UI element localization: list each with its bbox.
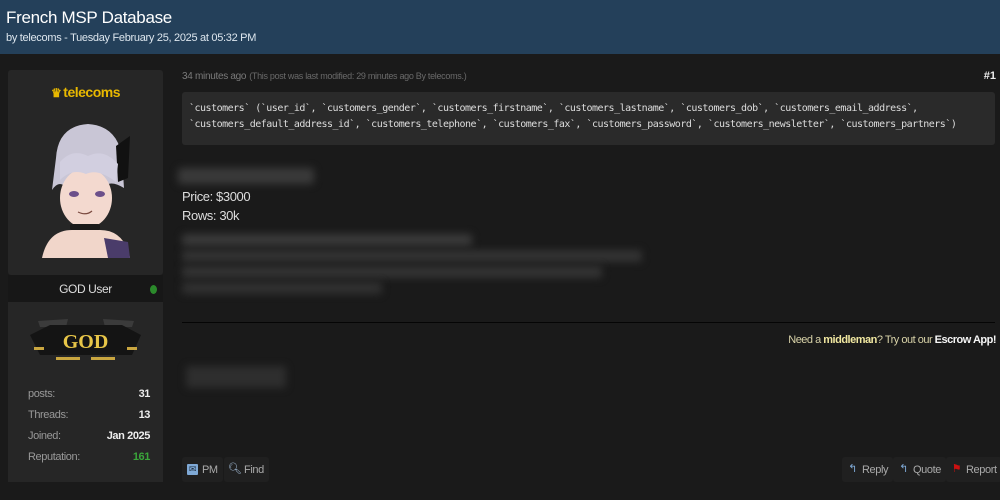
thread-header: French MSP Database by telecoms - Tuesda… [0,0,1000,54]
reply-label: Reply [862,463,889,476]
stat-label: posts: [28,388,55,400]
quote-label: Quote [913,463,941,476]
code-block: `customers` (`user_id`, `customers_gende… [182,92,995,145]
stat-label: Threads: [28,409,69,421]
stat-label: Joined: [28,430,61,442]
reply-button[interactable]: ↰ Reply [842,457,894,482]
redacted-text [182,266,602,278]
stat-posts: posts: 31 [28,388,150,409]
quote-button[interactable]: ↰ Quote [893,457,946,482]
rows-text: Rows: 30k [182,208,240,223]
god-badge-text: GOD [63,331,109,353]
find-label: Find [244,463,264,476]
redacted-text [182,234,472,246]
stat-value[interactable]: 161 [133,451,151,472]
post-details: Price: $3000 Rows: 30k [182,187,251,225]
promo-text: Need a [788,334,824,346]
post-body: 34 minutes ago (This post was last modifi… [178,54,1000,500]
report-button[interactable]: ⚑ Report [946,457,1000,482]
online-status-icon [150,285,157,294]
author-rank-bar: GOD User [8,275,163,302]
price-text: Price: $3000 [182,189,251,204]
pm-button[interactable]: ✉ PM [182,457,223,482]
post-modified-note: (This post was last modified: 29 minutes… [249,71,467,81]
find-button[interactable]: 🔍︎ Find [224,457,269,482]
code-line: `customers_default_address_id`, `custome… [189,119,957,130]
pm-label: PM [202,463,218,476]
escrow-promo: Need a middleman? Try out our Escrow App… [788,334,996,346]
search-icon: 🔍︎ [227,463,242,475]
stat-label: Reputation: [28,451,80,463]
redacted-signature [186,366,286,388]
god-rank-badge: GOD [30,319,141,360]
redacted-text [178,168,314,184]
code-line: `customers` (`user_id`, `customers_gende… [189,103,918,114]
stat-value: 31 [138,388,151,400]
post-time: 34 minutes ago [182,71,247,82]
post-container: ♛ telecoms GOD User GOD posts: 31 Thread… [0,54,1000,500]
crown-icon: ♛ [51,86,62,100]
redacted-text [182,282,382,294]
middleman-link[interactable]: middleman [823,334,877,346]
author-avatar[interactable] [38,118,134,258]
quote-icon: ↰ [899,463,908,475]
post-meta: 34 minutes ago (This post was last modifi… [182,71,467,82]
envelope-icon: ✉ [187,464,198,475]
thread-byline: by telecoms - Tuesday February 25, 2025 … [6,32,257,44]
stat-value: Jan 2025 [106,430,151,442]
author-stats: posts: 31 Threads: 13 Joined: Jan 2025 Repu… [28,388,150,472]
author-stats-box: GOD posts: 31 Threads: 13 Joined: Jan 2025 … [8,302,163,482]
report-label: Report [966,463,997,476]
post-number-link[interactable]: #1 [984,70,996,82]
flag-icon: ⚑ [951,463,962,475]
author-rank-title: GOD User [59,282,112,296]
author-card: ♛ telecoms [8,70,163,275]
stat-threads: Threads: 13 [28,409,150,430]
author-username: telecoms [63,84,120,100]
signature-divider [182,322,995,323]
author-username-link[interactable]: ♛ telecoms [8,84,163,100]
thread-title: French MSP Database [6,8,172,27]
reply-icon: ↰ [848,463,857,475]
redacted-text [182,250,642,262]
stat-joined: Joined: Jan 2025 [28,430,150,451]
escrow-app-link[interactable]: Escrow App! [935,334,997,346]
stat-reputation[interactable]: Reputation: 161 [28,451,150,472]
promo-text: ? Try out our [876,334,935,346]
stat-value: 13 [138,409,151,421]
